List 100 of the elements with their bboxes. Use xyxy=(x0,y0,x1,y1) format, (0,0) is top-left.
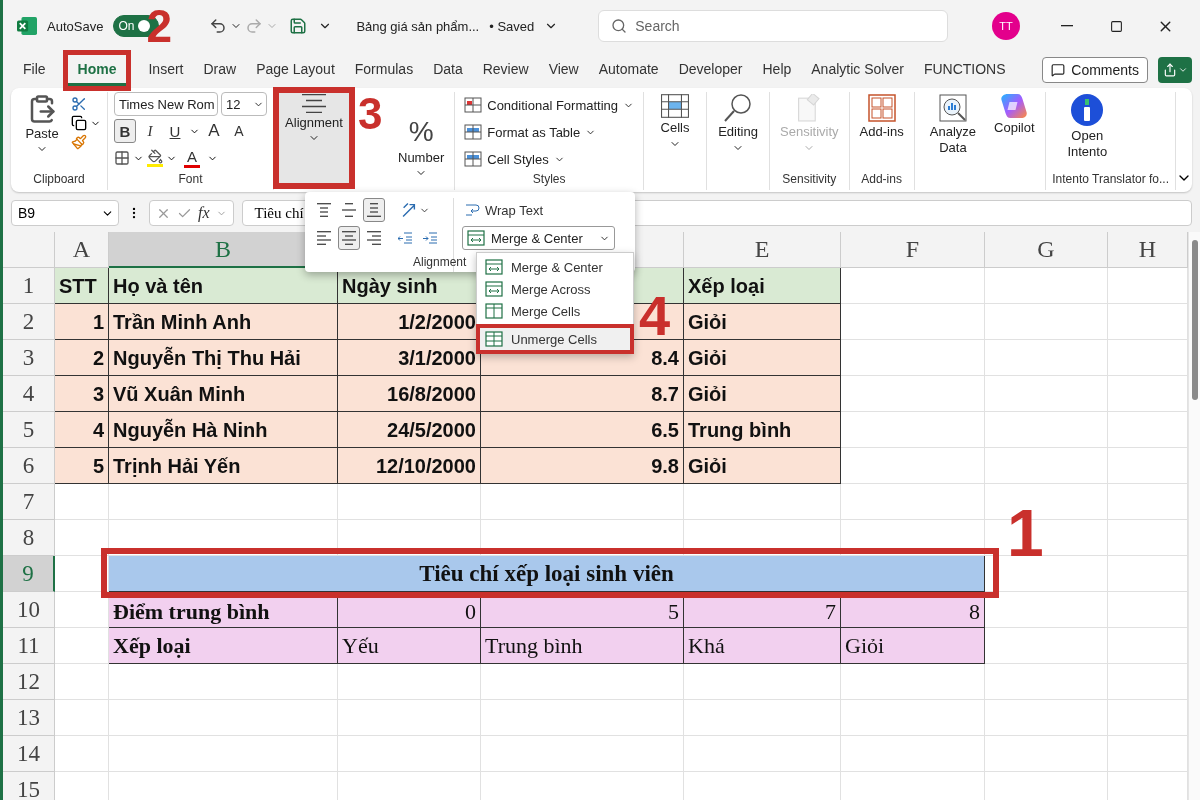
ribbon-tab[interactable]: Data xyxy=(423,54,473,86)
ribbon-tab[interactable]: Insert xyxy=(138,54,194,86)
sheet-cell: Khá xyxy=(684,628,841,664)
row-header[interactable]: 13 xyxy=(3,700,55,736)
ribbon-button[interactable]: Add-ins xyxy=(855,92,908,142)
row-header[interactable]: 8 xyxy=(3,520,55,556)
column-header[interactable]: H xyxy=(1108,232,1188,268)
row-header[interactable]: 1 xyxy=(3,268,55,304)
bold-button[interactable]: B xyxy=(114,119,136,143)
alignment-button[interactable]: Alignment xyxy=(278,92,350,184)
styles-menu-button[interactable]: Format as Table xyxy=(461,119,638,145)
row-header[interactable]: 10 xyxy=(3,592,55,628)
borders-icon[interactable] xyxy=(114,150,130,166)
sheet-cell: Vũ Xuân Minh xyxy=(109,376,338,412)
ribbon-button[interactable]: Open Intento xyxy=(1052,92,1123,162)
ribbon-tab[interactable]: Developer xyxy=(668,54,753,86)
intento-logo-icon xyxy=(1071,94,1104,126)
scissors-icon[interactable] xyxy=(71,96,87,112)
sheet-cell: 2 xyxy=(55,340,109,376)
sheet-cell xyxy=(55,628,109,664)
font-color-button[interactable]: A xyxy=(180,146,204,170)
ribbon-tab[interactable]: File xyxy=(13,54,56,86)
row-header[interactable]: 11 xyxy=(3,628,55,664)
column-header[interactable]: G xyxy=(985,232,1108,268)
row-header[interactable]: 5 xyxy=(3,412,55,448)
ribbon-tab[interactable]: Help xyxy=(752,54,802,86)
menu-item[interactable]: Unmerge Cells xyxy=(479,328,631,350)
ribbon-tab[interactable]: FUNCTIONS xyxy=(913,54,1016,86)
sheet-cell: 4 xyxy=(55,412,109,448)
fill-color-icon[interactable] xyxy=(147,149,163,167)
sheet-cell xyxy=(55,736,109,772)
row-header[interactable]: 15 xyxy=(3,772,55,800)
row-header[interactable]: 14 xyxy=(3,736,55,772)
sheet-cell xyxy=(55,520,109,556)
sheet-cell: Xếp loại xyxy=(109,628,338,664)
search-field[interactable]: Search xyxy=(598,10,949,42)
sheet-cell xyxy=(55,700,109,736)
align-lines-icon xyxy=(367,203,381,217)
number-button[interactable]: % Number xyxy=(394,92,449,181)
ribbon-button[interactable]: Copilot xyxy=(989,92,1040,138)
ribbon-tab[interactable]: Formulas xyxy=(344,54,424,86)
ribbon-button[interactable]: Cells xyxy=(650,92,701,152)
user-avatar[interactable]: TT xyxy=(992,12,1020,40)
share-button[interactable] xyxy=(1158,57,1192,83)
vertical-scrollbar[interactable] xyxy=(1188,232,1200,800)
ribbon-tab[interactable]: Page Layout xyxy=(246,54,345,86)
column-header[interactable]: F xyxy=(841,232,985,268)
merge-cells-icon xyxy=(485,281,503,297)
name-box[interactable]: B9 xyxy=(11,200,119,226)
styles-menu-button[interactable]: Cell Styles xyxy=(461,146,638,172)
paste-button[interactable]: Paste xyxy=(17,92,67,157)
save-icon[interactable] xyxy=(289,17,308,35)
row-header[interactable]: 4 xyxy=(3,376,55,412)
maximize-icon xyxy=(1109,19,1123,33)
merged-cell[interactable]: Tiêu chí xếp loại sinh viên xyxy=(109,556,985,592)
ribbon-tab[interactable]: Analytic Solver xyxy=(801,54,914,86)
font-name-field[interactable]: Times New Rom xyxy=(114,92,218,116)
ribbon-tab[interactable]: View xyxy=(538,54,589,86)
ribbon-tab[interactable]: Automate xyxy=(588,54,669,86)
underline-button[interactable]: U xyxy=(164,119,186,143)
sheet-cell: Trịnh Hải Yến xyxy=(109,448,338,484)
search-icon xyxy=(611,18,628,34)
save-status[interactable]: • Saved xyxy=(489,18,535,34)
ribbon-tab[interactable]: Draw xyxy=(193,54,247,86)
sheet-cell: Giỏi xyxy=(841,628,985,664)
row-header[interactable]: 6 xyxy=(3,448,55,484)
shrink-font-button[interactable]: A xyxy=(228,119,250,143)
ribbon-tab[interactable]: Home xyxy=(67,54,127,86)
column-header[interactable]: A xyxy=(55,232,109,268)
ribbon-button[interactable]: Analyze Data xyxy=(920,92,986,158)
align-lines-icon xyxy=(317,203,331,217)
row-header[interactable]: 2 xyxy=(3,304,55,340)
group-label: Add-ins xyxy=(861,172,902,188)
merge-center-button[interactable]: Merge & Center xyxy=(462,226,615,250)
merge-cells-icon xyxy=(485,331,503,347)
formula-tools[interactable]: fx xyxy=(149,200,234,226)
sheet-cell: Trung bình xyxy=(684,412,841,448)
copy-icon[interactable] xyxy=(71,115,87,131)
row-header[interactable]: 9 xyxy=(3,556,55,592)
column-header[interactable]: E xyxy=(684,232,841,268)
undo-icon[interactable] xyxy=(209,17,228,35)
group-label: Sensitivity xyxy=(782,172,837,188)
font-size-field[interactable]: 12 xyxy=(221,92,267,116)
row-header[interactable]: 12 xyxy=(3,664,55,700)
spreadsheet-app-icon[interactable] xyxy=(17,17,37,35)
row-header[interactable]: 3 xyxy=(3,340,55,376)
sheet-cell: 8.7 xyxy=(481,376,684,412)
italic-button[interactable]: I xyxy=(139,119,161,143)
group-label: Intento Translator fo... xyxy=(1052,172,1169,188)
row-header[interactable]: 7 xyxy=(3,484,55,520)
horizontal-align-button[interactable] xyxy=(338,226,360,250)
comments-button[interactable]: Comments xyxy=(1042,57,1148,83)
styles-menu-button[interactable]: Conditional Formatting xyxy=(461,92,638,118)
grow-font-button[interactable]: A xyxy=(203,119,225,143)
sheet-cell: Giỏi xyxy=(684,448,841,484)
sheet-cell: Yếu xyxy=(338,628,481,664)
ribbon-tab[interactable]: Review xyxy=(472,54,539,86)
ribbon-button[interactable]: Editing xyxy=(713,92,764,156)
vertical-align-button[interactable] xyxy=(363,198,385,222)
wrap-text-button[interactable]: Wrap Text xyxy=(462,198,615,222)
